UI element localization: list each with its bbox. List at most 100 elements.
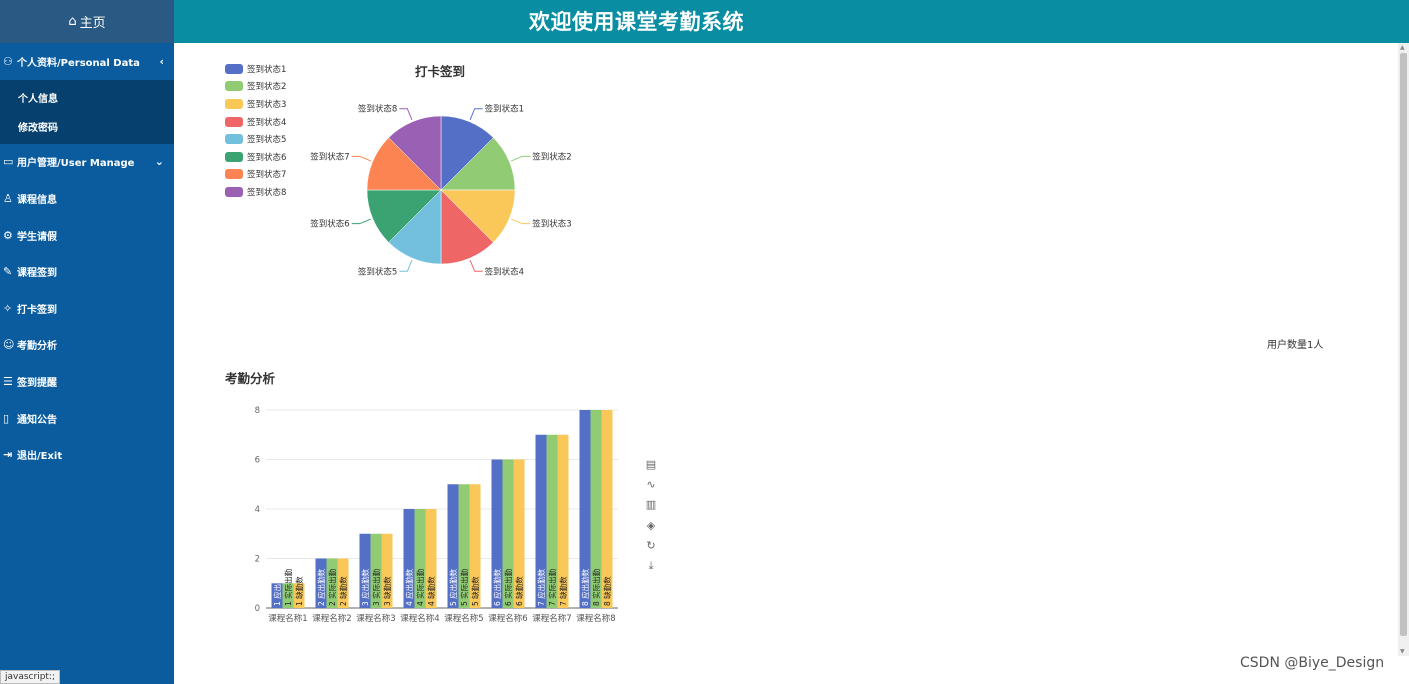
x-tick-label: 课程名称2 xyxy=(312,613,351,624)
sidebar-item-label: 课程信息 xyxy=(17,194,57,206)
pie-label-line xyxy=(469,108,483,120)
chevron-left-icon: ‹ xyxy=(159,54,164,68)
sidebar-item-label: 用户管理/User Manage xyxy=(17,158,135,170)
bar-data-label: 8 缺勤数 xyxy=(602,576,612,606)
sidebar-item-personal-data[interactable]: ⚇ 个人资料/Personal Data ‹ xyxy=(0,43,174,80)
data-view-icon[interactable]: ▤ xyxy=(644,454,658,474)
bar-data-label: 6 实际出勤 xyxy=(503,568,513,606)
legend-swatch xyxy=(225,116,243,127)
gear-icon: ⚙ xyxy=(3,228,13,242)
legend-swatch xyxy=(225,169,243,180)
vertical-scrollbar[interactable]: ▲ ▼ xyxy=(1398,43,1409,656)
sidebar-item-course-info[interactable]: ♙ 课程信息 xyxy=(0,180,174,217)
submenu-personal-data: 个人信息 修改密码 xyxy=(0,79,174,144)
bar-chart-icon[interactable]: ▥ xyxy=(644,495,658,515)
bar-data-label: 3 应出勤数 xyxy=(360,568,370,606)
x-tick-label: 课程名称8 xyxy=(576,613,615,624)
pie-label-line xyxy=(399,260,413,272)
bar-data-label: 7 应出勤数 xyxy=(536,568,546,606)
sidebar-item-attendance-analysis[interactable]: ☺ 考勤分析 xyxy=(0,327,174,364)
bar-data-label: 7 缺勤数 xyxy=(558,576,568,606)
y-tick-label: 0 xyxy=(255,604,260,614)
sidebar-item-label: 考勤分析 xyxy=(17,341,57,353)
status-bar-tip: javascript:; xyxy=(0,670,61,684)
sidebar-item-course-checkin[interactable]: ✎ 课程签到 xyxy=(0,253,174,290)
bar-data-label: 1 缺勤数 xyxy=(294,576,304,606)
x-tick-label: 课程名称1 xyxy=(268,613,307,624)
bar-data-label: 5 实际出勤 xyxy=(459,568,469,606)
sidebar-item-user-manage[interactable]: ▭ 用户管理/User Manage ⌄ xyxy=(0,144,174,181)
book-icon: ▯ xyxy=(3,411,10,425)
bar-data-label: 5 缺勤数 xyxy=(470,576,480,606)
stack-icon[interactable]: ◈ xyxy=(644,515,658,535)
sidebar-item-notice[interactable]: ▯ 通知公告 xyxy=(0,400,174,437)
home-link[interactable]: ⌂ 主页 xyxy=(0,0,174,43)
bar-data-label: 4 应出勤数 xyxy=(404,568,414,606)
bar-data-label: 3 缺勤数 xyxy=(382,576,392,606)
bar-data-label: 4 缺勤数 xyxy=(426,576,436,606)
pie-label-line xyxy=(351,218,371,225)
home-label: 主页 xyxy=(79,16,106,31)
sidebar-item-label: 学生请假 xyxy=(17,231,57,243)
header: 欢迎使用课堂考勤系统 xyxy=(174,0,1409,43)
sidebar-item-exit[interactable]: ⇥ 退出/Exit xyxy=(0,436,174,473)
download-icon[interactable]: ⤓ xyxy=(644,556,658,576)
pie-slice-label: 签到状态2 xyxy=(532,151,571,162)
bar-data-label: 3 实际出勤 xyxy=(371,568,381,606)
pie-slice-label: 签到状态5 xyxy=(358,266,397,277)
pie-slice-label: 签到状态6 xyxy=(310,219,349,230)
main-content: 签到状态1 签到状态2 签到状态3 签到状态4 签到状态5 签到状态6 签到状态7 签到状态8… xyxy=(174,43,1398,684)
sidebar-item-punch-checkin[interactable]: ✧ 打卡签到 xyxy=(0,290,174,327)
pie-label-line xyxy=(511,155,531,162)
x-tick-label: 课程名称4 xyxy=(400,613,439,624)
bar-data-label: 8 实际出勤 xyxy=(591,568,601,606)
legend-swatch xyxy=(225,81,243,92)
bar-data-label: 2 应出勤数 xyxy=(316,568,326,606)
line-chart-icon[interactable]: ∿ xyxy=(644,474,658,494)
monitor-icon: ▭ xyxy=(3,155,14,169)
home-icon: ⌂ xyxy=(68,14,77,29)
y-tick-label: 2 xyxy=(255,555,260,565)
sidebar-item-student-leave[interactable]: ⚙ 学生请假 xyxy=(0,217,174,254)
y-tick-label: 8 xyxy=(255,406,260,416)
bar-data-label: 1 应出勤数 xyxy=(272,568,282,606)
sidebar-item-checkin-reminder[interactable]: ☰ 签到提醒 xyxy=(0,363,174,400)
x-tick-label: 课程名称6 xyxy=(488,613,527,624)
user-card-icon: ⚇ xyxy=(3,54,13,68)
x-tick-label: 课程名称7 xyxy=(532,613,571,624)
bar-data-label: 5 应出勤数 xyxy=(448,568,458,606)
sidebar-subitem-personal-info[interactable]: 个人信息 xyxy=(0,83,174,112)
sidebar-item-label: 个人资料/Personal Data xyxy=(17,57,140,69)
pie-slice-label: 签到状态1 xyxy=(485,104,524,115)
exit-icon: ⇥ xyxy=(3,448,13,462)
bar-chart-title: 考勤分析 xyxy=(225,371,276,386)
badge-icon: ✧ xyxy=(3,301,13,315)
y-tick-label: 4 xyxy=(255,505,260,515)
bar-data-label: 1 实际出勤 xyxy=(283,568,293,606)
x-tick-label: 课程名称5 xyxy=(444,613,483,624)
pie-slice-label: 签到状态4 xyxy=(485,266,524,277)
sidebar-subitem-change-password[interactable]: 修改密码 xyxy=(0,112,174,141)
bar-data-label: 7 实际出勤 xyxy=(547,568,557,606)
sidebar-item-label: 退出/Exit xyxy=(17,451,63,463)
pie-slice-label: 签到状态3 xyxy=(532,219,571,230)
scroll-up-arrow-icon[interactable]: ▲ xyxy=(1400,44,1405,51)
scrollbar-thumb[interactable] xyxy=(1400,53,1407,636)
watermark-text: CSDN @Biye_Design xyxy=(1240,655,1385,671)
sidebar: ⌂ 主页 ⚇ 个人资料/Personal Data ‹ 个人信息 修改密码 ▭ … xyxy=(0,0,174,684)
bar-data-label: 6 缺勤数 xyxy=(514,576,524,606)
pie-chart: 签到状态1 签到状态2 签到状态3 签到状态4 签到状态5 签到状态6 签到状态7 签到状态8 xyxy=(310,104,571,278)
pie-label-line xyxy=(511,218,531,225)
legend-swatch xyxy=(225,134,243,145)
pie-slice-label: 签到状态7 xyxy=(310,151,349,162)
pie-legend-item[interactable]: 签到状态1 xyxy=(225,60,286,78)
sidebar-item-label: 通知公告 xyxy=(17,414,57,426)
pie-label-line xyxy=(351,155,371,162)
pie-slice-label: 签到状态8 xyxy=(358,104,397,115)
scroll-down-arrow-icon[interactable]: ▼ xyxy=(1400,648,1405,655)
restore-icon[interactable]: ↻ xyxy=(644,536,658,556)
bar-data-label: 4 实际出勤 xyxy=(415,568,425,606)
chevron-down-icon: ⌄ xyxy=(154,155,164,169)
pencil-icon: ✎ xyxy=(3,265,13,279)
pie-label-line xyxy=(399,108,413,120)
